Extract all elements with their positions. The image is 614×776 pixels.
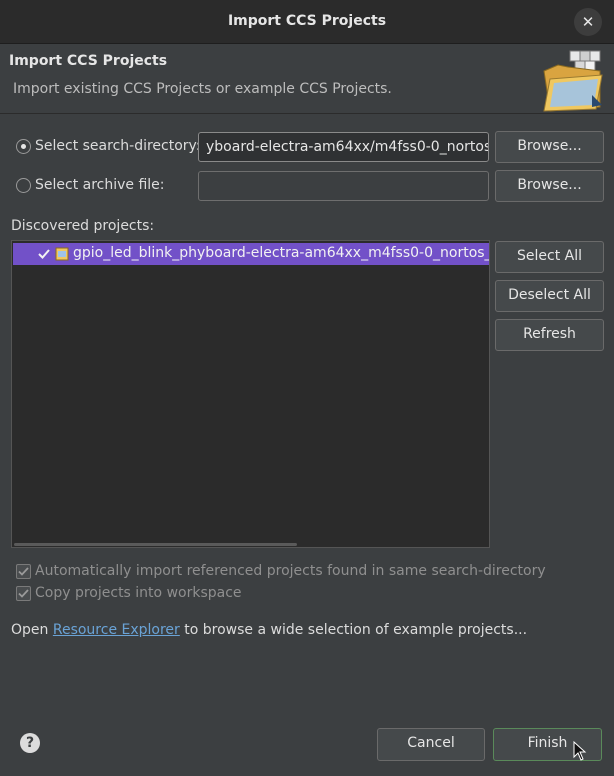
resource-explorer-link[interactable]: Resource Explorer bbox=[53, 622, 180, 638]
resource-suffix: to browse a wide selection of example pr… bbox=[184, 622, 528, 638]
checkmark-icon bbox=[18, 567, 29, 576]
search-directory-input[interactable]: yboard-electra-am64xx/m4fss0-0_nortos bbox=[198, 132, 489, 162]
search-directory-value: yboard-electra-am64xx/m4fss0-0_nortos bbox=[206, 139, 489, 155]
archive-file-label: Select archive file: bbox=[35, 177, 165, 193]
import-folder-icon bbox=[543, 50, 603, 112]
auto-import-checkbox[interactable] bbox=[16, 564, 31, 579]
wizard-description: Import existing CCS Projects or example … bbox=[13, 81, 392, 97]
browse-archive-button[interactable]: Browse... bbox=[495, 170, 604, 202]
discovered-projects-label: Discovered projects: bbox=[11, 218, 155, 234]
resource-explorer-text: Open Resource Explorer to browse a wide … bbox=[11, 622, 527, 638]
projects-list[interactable]: gpio_led_blink_phyboard-electra-am64xx_m… bbox=[11, 240, 490, 548]
archive-file-radio[interactable] bbox=[16, 178, 31, 193]
title-bar: Import CCS Projects ✕ bbox=[0, 0, 614, 44]
checkbox-checked-icon[interactable] bbox=[37, 247, 51, 261]
refresh-button[interactable]: Refresh bbox=[495, 319, 604, 351]
copy-projects-checkbox[interactable] bbox=[16, 586, 31, 601]
banner-separator bbox=[0, 113, 614, 114]
project-name: gpio_led_blink_phyboard-electra-am64xx_m… bbox=[73, 245, 489, 261]
close-icon: ✕ bbox=[581, 13, 595, 31]
resource-prefix: Open bbox=[11, 622, 49, 638]
horizontal-scrollbar[interactable] bbox=[14, 543, 297, 546]
search-directory-radio[interactable] bbox=[16, 139, 31, 154]
archive-file-input[interactable] bbox=[198, 171, 489, 201]
deselect-all-button[interactable]: Deselect All bbox=[495, 280, 604, 312]
checkmark-icon bbox=[18, 589, 29, 598]
copy-projects-label: Copy projects into workspace bbox=[35, 585, 242, 601]
select-all-button[interactable]: Select All bbox=[495, 241, 604, 273]
mouse-pointer-icon bbox=[573, 741, 587, 761]
help-icon[interactable]: ? bbox=[20, 733, 40, 753]
window-title: Import CCS Projects bbox=[227, 13, 387, 29]
list-item[interactable]: gpio_led_blink_phyboard-electra-am64xx_m… bbox=[13, 243, 489, 265]
wizard-banner: Import CCS Projects Import existing CCS … bbox=[0, 45, 614, 113]
wizard-heading: Import CCS Projects bbox=[9, 53, 168, 69]
close-button[interactable]: ✕ bbox=[574, 8, 602, 36]
cancel-button[interactable]: Cancel bbox=[377, 728, 485, 761]
auto-import-label: Automatically import referenced projects… bbox=[35, 563, 546, 579]
search-directory-label: Select search-directory: bbox=[35, 138, 201, 154]
ccs-project-icon bbox=[55, 247, 69, 261]
browse-directory-button[interactable]: Browse... bbox=[495, 131, 604, 163]
